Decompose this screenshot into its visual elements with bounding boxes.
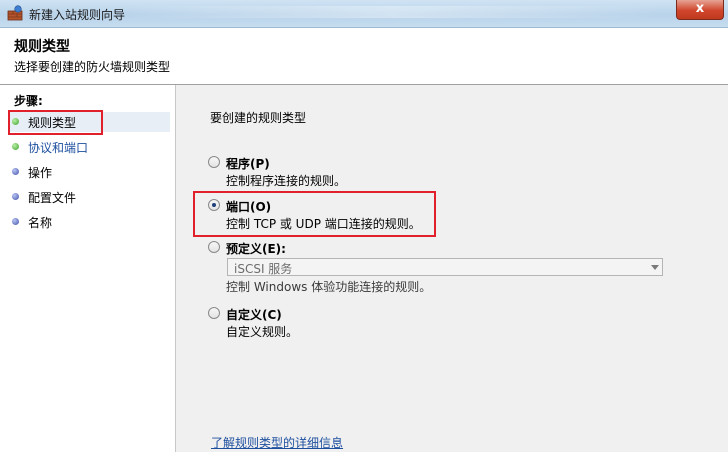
program-radio[interactable] bbox=[208, 156, 220, 168]
title-background-blur bbox=[122, 6, 662, 18]
page-subtitle: 选择要创建的防火墙规则类型 bbox=[14, 60, 171, 74]
step-bullet-icon bbox=[12, 143, 19, 150]
option-title: 程序(P) bbox=[226, 157, 270, 171]
highlight-box-port-option bbox=[193, 191, 436, 237]
chevron-down-icon[interactable] bbox=[651, 265, 659, 270]
title-bar[interactable]: 新建入站规则向导 x bbox=[0, 0, 728, 28]
rule-type-question: 要创建的规则类型 bbox=[210, 111, 307, 125]
main-panel: 要创建的规则类型 程序(P) 控制程序连接的规则。 端口(O) 控制 TCP 或… bbox=[176, 85, 728, 452]
step-action: 操作 bbox=[10, 162, 170, 182]
step-protocol-ports[interactable]: 协议和端口 bbox=[10, 137, 170, 157]
step-bullet-icon bbox=[12, 193, 19, 200]
step-profile: 配置文件 bbox=[10, 187, 170, 207]
firewall-icon bbox=[7, 5, 23, 21]
step-label: 协议和端口 bbox=[28, 141, 89, 155]
page-title: 规则类型 bbox=[14, 39, 70, 55]
step-bullet-icon bbox=[12, 218, 19, 225]
predefined-select[interactable]: iSCSI 服务 bbox=[227, 258, 663, 276]
option-description: 自定义规则。 bbox=[226, 325, 299, 339]
select-value: iSCSI 服务 bbox=[234, 262, 293, 276]
step-label: 操作 bbox=[28, 166, 53, 180]
option-title: 预定义(E): bbox=[226, 242, 286, 256]
help-link[interactable]: 了解规则类型的详细信息 bbox=[211, 434, 343, 451]
step-name: 名称 bbox=[10, 212, 170, 232]
step-label: 配置文件 bbox=[28, 191, 77, 205]
step-bullet-icon bbox=[12, 168, 19, 175]
custom-radio[interactable] bbox=[208, 307, 220, 319]
option-description: 控制程序连接的规则。 bbox=[226, 174, 347, 188]
steps-title: 步骤: bbox=[14, 94, 43, 108]
window-title: 新建入站规则向导 bbox=[29, 8, 126, 22]
steps-pane: 步骤: 规则类型 协议和端口 操作 配置文件 名称 bbox=[0, 85, 176, 452]
step-label: 名称 bbox=[28, 216, 53, 230]
option-title: 自定义(C) bbox=[226, 308, 282, 322]
predefined-radio[interactable] bbox=[208, 241, 220, 253]
wizard-header: 规则类型 选择要创建的防火墙规则类型 bbox=[0, 28, 728, 85]
highlight-box-current-step bbox=[8, 110, 103, 135]
close-button[interactable]: x bbox=[676, 0, 724, 20]
option-description: 控制 Windows 体验功能连接的规则。 bbox=[226, 280, 432, 294]
